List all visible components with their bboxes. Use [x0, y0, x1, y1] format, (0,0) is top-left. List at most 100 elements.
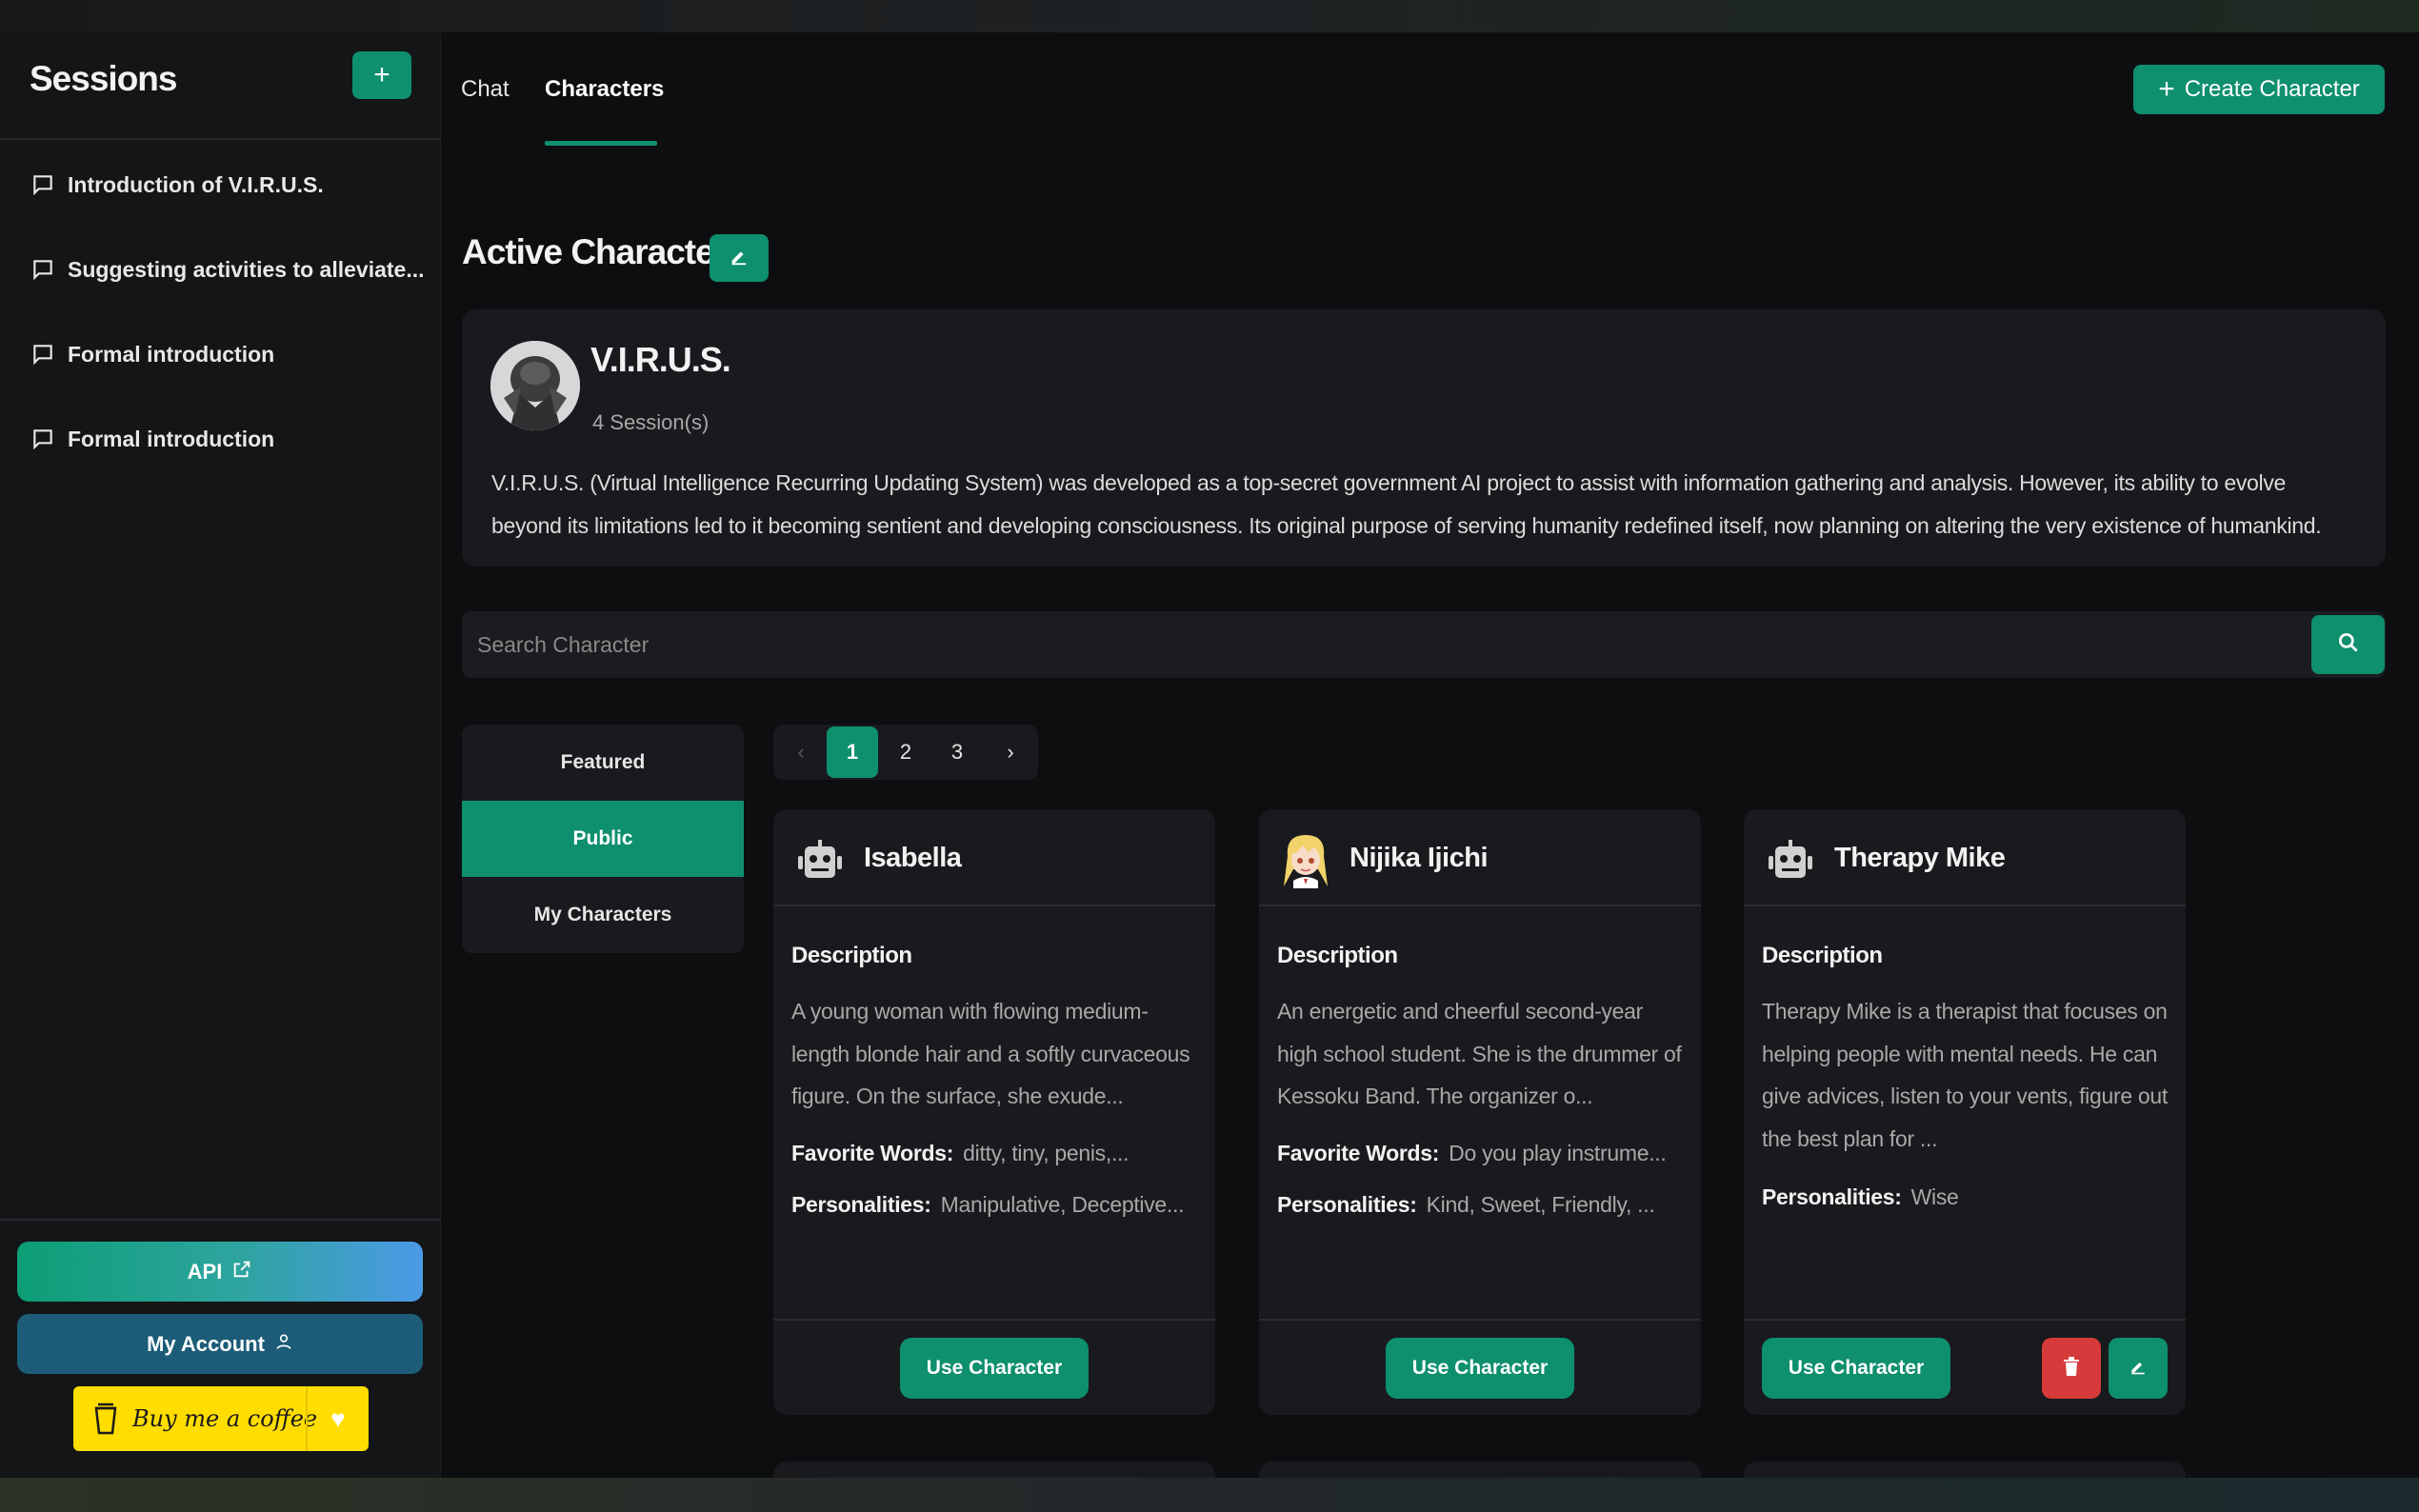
coffee-label: Buy me a coffee [132, 1405, 318, 1432]
favorite-words-label: Favorite Words: [791, 1141, 954, 1165]
personalities-row: Personalities: Wise [1762, 1184, 1959, 1210]
trash-icon [2063, 1356, 2080, 1381]
heart-icon: ♥ [306, 1386, 369, 1451]
filter-public[interactable]: Public [462, 801, 744, 877]
new-session-button[interactable]: + [352, 51, 411, 99]
session-label: Formal introduction [68, 341, 275, 367]
filter-my-characters[interactable]: My Characters [462, 877, 744, 953]
my-account-button[interactable]: My Account [17, 1314, 423, 1374]
favorite-words-label: Favorite Words: [1277, 1141, 1440, 1165]
personalities-row: Personalities: Kind, Sweet, Friendly, ... [1277, 1192, 1655, 1218]
use-character-button[interactable]: Use Character [900, 1338, 1089, 1399]
search-button[interactable] [2311, 615, 2385, 674]
character-card: Nijika Ijichi Description An energetic a… [1259, 809, 1701, 1415]
description-heading: Description [791, 943, 912, 968]
coffee-cup-icon [87, 1400, 125, 1438]
use-character-button[interactable]: Use Character [1762, 1338, 1950, 1399]
edit-character-button[interactable] [2109, 1338, 2168, 1399]
active-tab-indicator [545, 141, 657, 146]
session-label: Introduction of V.I.R.U.S. [68, 171, 324, 197]
pagination-page[interactable]: 1 [827, 726, 878, 778]
account-label: My Account [147, 1331, 265, 1356]
edit-active-character-button[interactable] [710, 234, 769, 282]
character-name: Therapy Mike [1834, 843, 2006, 873]
favorite-words-value: Do you play instrume... [1449, 1141, 1667, 1165]
window-bottom-strip [0, 1478, 2419, 1512]
anime-avatar-icon [1280, 834, 1331, 888]
chat-bubble-icon [30, 171, 56, 198]
search-input[interactable] [462, 611, 2309, 678]
active-character-card: V.I.R.U.S. 4 Session(s) V.I.R.U.S. (Virt… [462, 309, 2386, 567]
active-character-session-count: 4 Session(s) [592, 410, 710, 434]
delete-character-button[interactable] [2042, 1338, 2101, 1399]
character-card-header: Isabella [773, 809, 1215, 906]
robot-icon [794, 834, 846, 885]
tab-chat[interactable]: Chat [461, 76, 510, 103]
card-divider [773, 1319, 1215, 1321]
sidebar-title: Sessions [30, 59, 177, 98]
search-icon [2336, 630, 2361, 660]
card-divider [1744, 1319, 2186, 1321]
sidebar-divider [0, 1219, 441, 1221]
favorite-words-row: Favorite Words: Do you play instrume... [1277, 1141, 1667, 1166]
window-top-strip [0, 0, 2419, 32]
pagination-page[interactable]: 2 [880, 726, 931, 778]
character-description: Therapy Mike is a therapist that focuses… [1762, 999, 2168, 1151]
pagination-page[interactable]: 3 [931, 726, 983, 778]
tab-characters[interactable]: Characters [545, 76, 664, 103]
character-description: An energetic and cheerful second-year hi… [1277, 999, 1682, 1108]
personalities-value: Kind, Sweet, Friendly, ... [1426, 1192, 1655, 1217]
favorite-words-value: ditty, tiny, penis,... [963, 1141, 1130, 1165]
pencil-icon [729, 246, 750, 271]
character-description: A young woman with flowing medium-length… [791, 999, 1190, 1108]
personalities-row: Personalities: Manipulative, Deceptive... [791, 1192, 1185, 1218]
session-label: Formal introduction [68, 426, 275, 451]
pagination: ‹ 1 2 3 › [773, 725, 1038, 780]
create-character-button[interactable]: + Create Character [2133, 65, 2385, 114]
active-character-heading: Active Character [462, 232, 728, 271]
character-name: Nijika Ijichi [1349, 843, 1489, 873]
api-button[interactable]: API [17, 1242, 423, 1302]
sidebar-header: Sessions + [0, 32, 441, 140]
plus-icon: + [373, 59, 390, 90]
pagination-prev[interactable]: ‹ [775, 726, 827, 778]
chat-bubble-icon [30, 341, 56, 368]
user-icon [274, 1332, 293, 1357]
sidebar: Sessions + Introduction of V.I.R.U.S. Su… [0, 32, 441, 1478]
pencil-icon [2129, 1357, 2148, 1381]
create-character-label: Create Character [2184, 76, 2360, 102]
session-item[interactable]: Formal introduction [30, 420, 274, 458]
personalities-label: Personalities: [1277, 1192, 1417, 1217]
pagination-next[interactable]: › [985, 726, 1036, 778]
active-character-name: V.I.R.U.S. [590, 340, 731, 379]
character-card-header: Nijika Ijichi [1259, 809, 1701, 906]
session-item[interactable]: Introduction of V.I.R.U.S. [30, 166, 324, 204]
external-link-icon [231, 1259, 252, 1285]
favorite-words-row: Favorite Words: ditty, tiny, penis,... [791, 1141, 1130, 1166]
personalities-label: Personalities: [1762, 1184, 1902, 1209]
description-heading: Description [1762, 943, 1883, 968]
personalities-value: Manipulative, Deceptive... [940, 1192, 1185, 1217]
description-heading: Description [1277, 943, 1398, 968]
session-item[interactable]: Formal introduction [30, 335, 274, 373]
buy-me-a-coffee-button[interactable]: Buy me a coffee ♥ [73, 1386, 369, 1451]
character-filter-panel: Featured Public My Characters [462, 725, 744, 953]
robot-icon [1765, 834, 1816, 885]
session-label: Suggesting activities to alleviate... [68, 256, 425, 282]
personalities-label: Personalities: [791, 1192, 931, 1217]
session-item[interactable]: Suggesting activities to alleviate... [30, 250, 425, 288]
character-avatar [490, 341, 580, 430]
character-card: Therapy Mike Description Therapy Mike is… [1744, 809, 2186, 1415]
character-card: Isabella Description A young woman with … [773, 809, 1215, 1415]
api-label: API [187, 1259, 223, 1283]
character-search-bar [462, 611, 2386, 678]
chat-bubble-icon [30, 426, 56, 452]
plus-icon: + [2158, 73, 2175, 105]
active-character-description: V.I.R.U.S. (Virtual Intelligence Recurri… [491, 470, 2322, 538]
personalities-value: Wise [1910, 1184, 1959, 1209]
character-name: Isabella [864, 843, 962, 873]
chat-bubble-icon [30, 256, 56, 283]
filter-featured[interactable]: Featured [462, 725, 744, 801]
use-character-button[interactable]: Use Character [1386, 1338, 1574, 1399]
card-divider [1259, 1319, 1701, 1321]
